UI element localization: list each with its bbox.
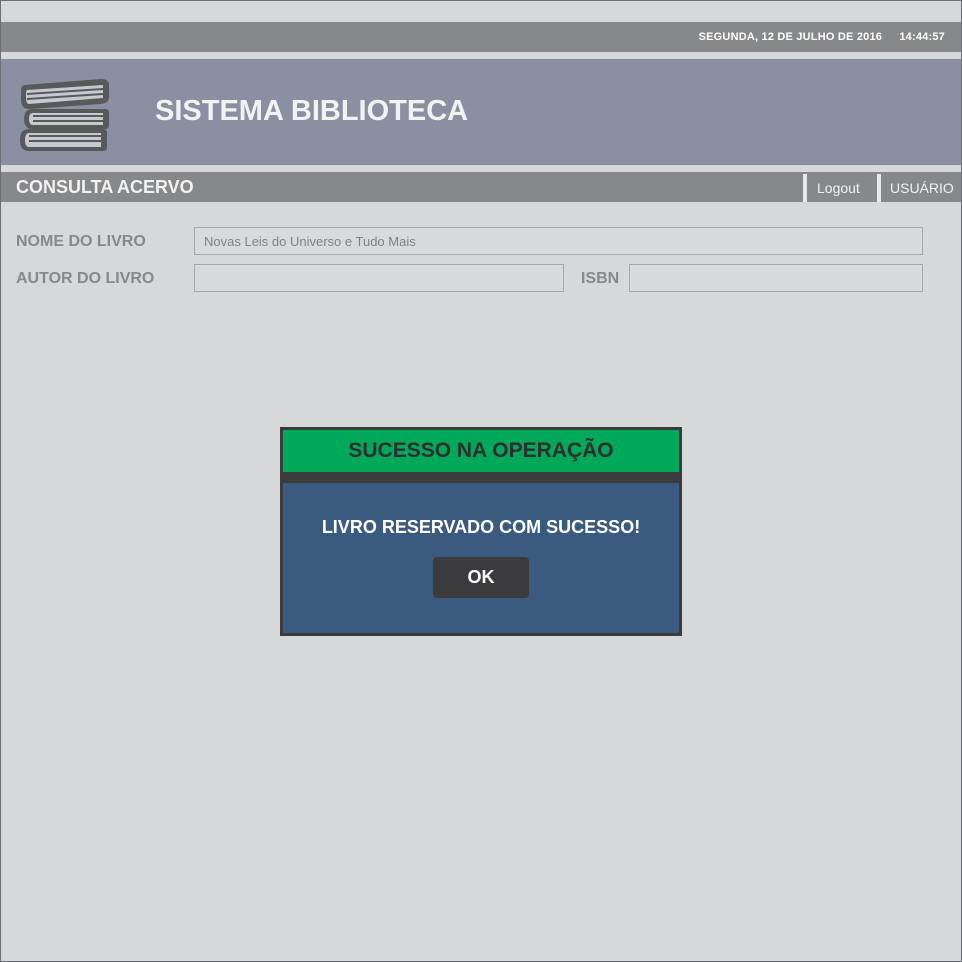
datetime-display: SEGUNDA, 12 DE JULHO DE 2016 14:44:57 [699,22,945,52]
section-title: CONSULTA ACERVO [16,177,194,197]
books-stack-icon [20,79,109,151]
isbn-label: ISBN [581,270,620,287]
isbn-input[interactable] [629,264,923,292]
current-date: SEGUNDA, 12 DE JULHO DE 2016 [698,31,883,43]
ok-button[interactable]: OK [433,557,529,598]
current-time: 14:44:57 [899,31,945,43]
success-dialog-body: LIVRO RESERVADO COM SUCESSO! OK [280,480,682,636]
nav-bar: CONSULTA ACERVO Logout USUÁRIO [1,172,961,202]
logout-link[interactable]: Logout [817,172,860,202]
dialog-title: SUCESSO NA OPERAÇÃO [348,439,614,462]
app-title: SISTEMA BIBLIOTECA [155,95,469,127]
nav-divider [803,174,807,202]
dialog-message: LIVRO RESERVADO COM SUCESSO! [321,517,641,537]
app-header: SISTEMA BIBLIOTECA [1,59,961,165]
author-label: AUTOR DO LIVRO [16,270,155,287]
book-name-input[interactable] [194,227,923,255]
user-menu-link[interactable]: USUÁRIO [890,172,954,202]
author-input[interactable] [194,264,564,292]
nav-divider [877,174,881,202]
book-name-label: NOME DO LIVRO [16,233,146,250]
success-dialog-header: SUCESSO NA OPERAÇÃO [280,427,682,475]
top-status-bar: SEGUNDA, 12 DE JULHO DE 2016 14:44:57 [1,22,961,52]
